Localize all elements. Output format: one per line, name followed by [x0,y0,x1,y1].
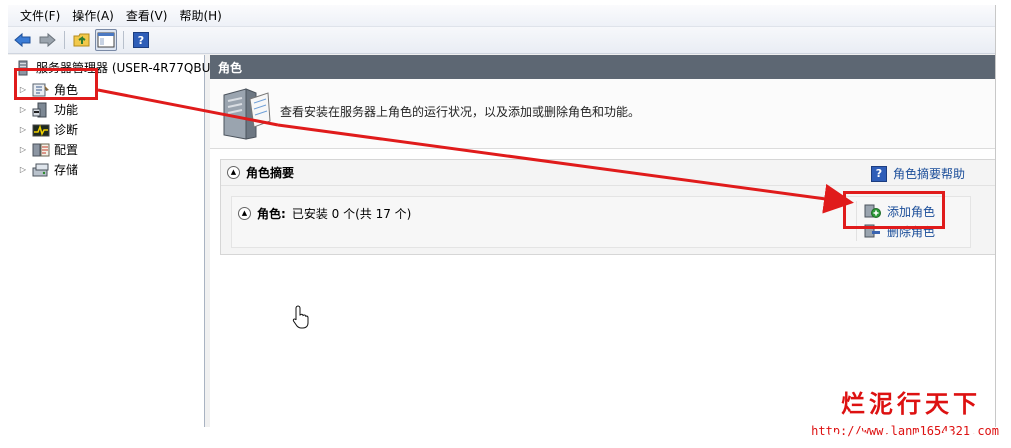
hand-cursor-icon [292,305,310,332]
torn-edge-bottom [0,431,1011,448]
annotation-arrows [97,88,854,214]
torn-edge-right [998,0,1011,448]
annotation-arrow-1 [97,88,279,127]
annotation-arrow-2 [277,123,854,214]
watermark-text: 烂泥行天下 [841,389,981,418]
